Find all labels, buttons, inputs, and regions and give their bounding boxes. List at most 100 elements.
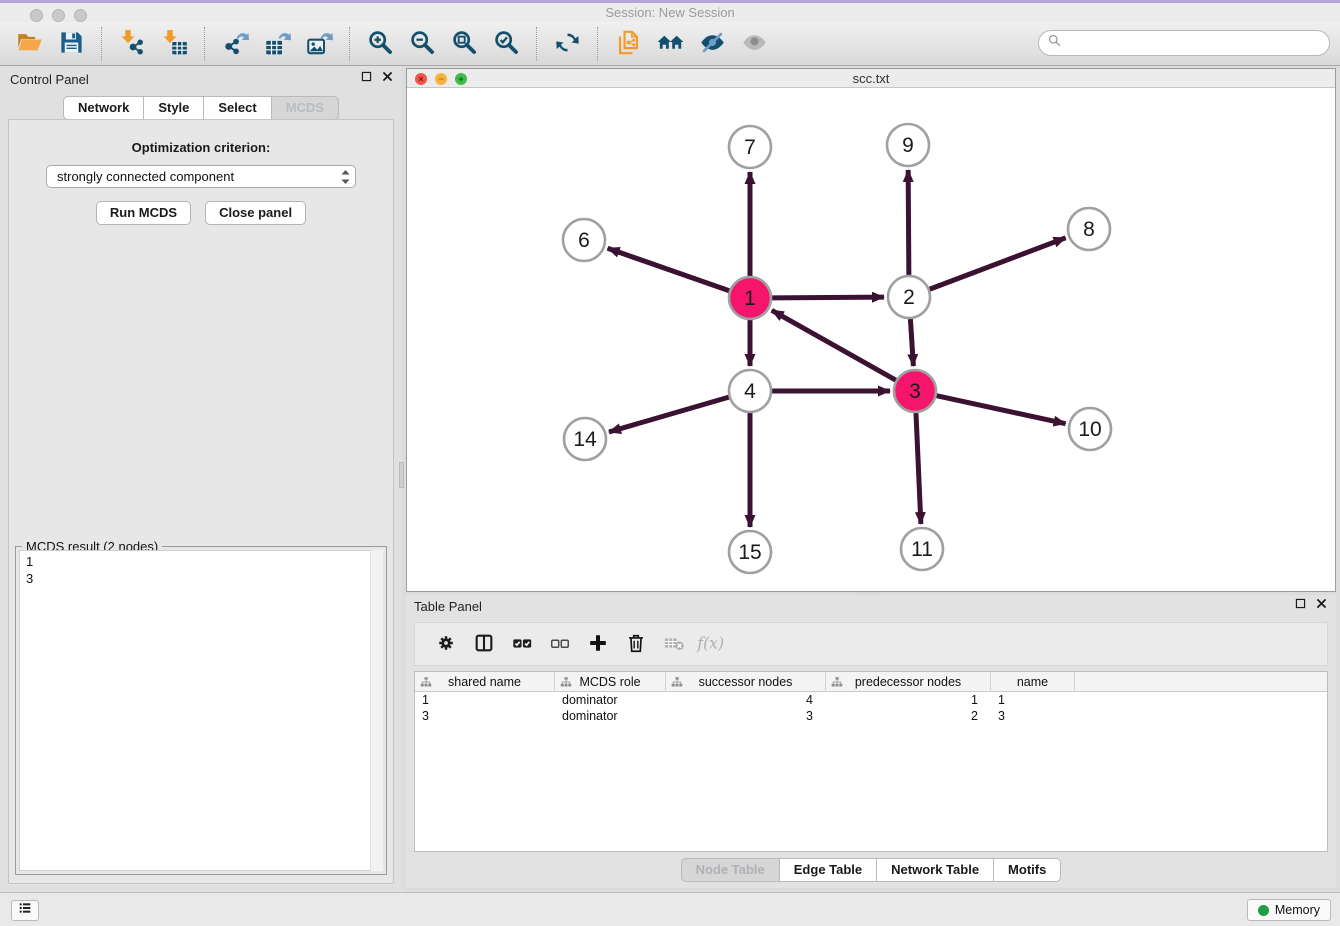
table-tab-network-table[interactable]: Network Table (877, 858, 994, 882)
export-table-button[interactable] (256, 25, 298, 63)
table-panel-close-icon[interactable] (1315, 597, 1328, 610)
open-session-button[interactable] (8, 25, 50, 63)
home-view-icon (657, 29, 684, 59)
graph-node-10[interactable]: 10 (1069, 408, 1111, 450)
graph-node-11[interactable]: 11 (901, 528, 943, 570)
dropdown-stepper-icon (340, 168, 351, 186)
import-table-button[interactable] (153, 25, 195, 63)
graph-edge-2-9[interactable] (908, 170, 909, 275)
graph-edge-3-10[interactable] (936, 396, 1065, 424)
table-cell[interactable]: 1 (826, 692, 991, 708)
table-cell[interactable]: 2 (826, 708, 991, 724)
column-header-name[interactable]: name (991, 672, 1075, 692)
save-session-button[interactable] (50, 25, 92, 63)
control-tab-mcds[interactable]: MCDS (272, 96, 339, 120)
memory-button[interactable]: Memory (1247, 899, 1331, 921)
control-panel-close-icon[interactable] (381, 70, 394, 83)
network-window-title: scc.txt (407, 71, 1335, 86)
search-icon (1047, 33, 1062, 53)
graph-edge-3-11[interactable] (916, 413, 921, 524)
zoom-fit-button[interactable] (443, 25, 485, 63)
network-view-window: × − + scc.txt 1234678910111415 (406, 68, 1336, 592)
table-cell[interactable]: 3 (666, 708, 826, 724)
graph-node-6[interactable]: 6 (563, 219, 605, 261)
delete-column-trash-button[interactable] (617, 626, 655, 662)
graph-node-15[interactable]: 15 (729, 531, 771, 573)
graph-edge-4-14[interactable] (609, 397, 729, 432)
split-panel-columns-button[interactable] (465, 626, 503, 662)
close-panel-button[interactable]: Close panel (205, 201, 306, 225)
column-header-shared-name[interactable]: shared name (415, 672, 555, 692)
graph-node-label: 1 (744, 287, 756, 310)
graph-node-2[interactable]: 2 (888, 276, 930, 318)
criterion-dropdown[interactable]: strongly connected component (46, 165, 356, 188)
table-tab-edge-table[interactable]: Edge Table (780, 858, 877, 882)
zoom-selected-button[interactable] (485, 25, 527, 63)
column-header-successor-nodes[interactable]: successor nodes (666, 672, 826, 692)
toolbar-separator (536, 27, 537, 61)
table-cell[interactable]: 3 (991, 708, 1075, 724)
export-network-button[interactable] (214, 25, 256, 63)
zoom-selected-icon (493, 29, 520, 59)
mcds-result-list[interactable]: 1 3 (19, 550, 383, 871)
home-view-button[interactable] (649, 25, 691, 63)
vertical-splitter-grip[interactable] (399, 462, 404, 488)
graph-node-7[interactable]: 7 (729, 126, 771, 168)
table-panel-float-icon[interactable] (1294, 597, 1307, 610)
zoom-out-button[interactable] (401, 25, 443, 63)
table-cell[interactable]: dominator (555, 692, 666, 708)
export-image-button[interactable] (298, 25, 340, 63)
import-table-icon (161, 29, 188, 59)
graph-node-14[interactable]: 14 (564, 418, 606, 460)
graph-node-label: 2 (903, 286, 915, 309)
table-settings-gear-button[interactable] (427, 626, 465, 662)
control-tab-select[interactable]: Select (204, 96, 271, 120)
graph-node-8[interactable]: 8 (1068, 208, 1110, 250)
add-column-plus-button[interactable] (579, 626, 617, 662)
table-tab-motifs[interactable]: Motifs (994, 858, 1061, 882)
table-cell[interactable]: 1 (991, 692, 1075, 708)
select-all-checkboxes-icon (511, 632, 533, 657)
graph-node-3[interactable]: 3 (894, 370, 936, 412)
delete-table-button (655, 626, 693, 662)
column-header-predecessor-nodes[interactable]: predecessor nodes (826, 672, 991, 692)
search-input[interactable] (1062, 36, 1329, 51)
refresh-view-button[interactable] (546, 25, 588, 63)
graph-node-label: 9 (902, 134, 914, 157)
graph-node-9[interactable]: 9 (887, 124, 929, 166)
table-cell[interactable]: 4 (666, 692, 826, 708)
column-header-label: successor nodes (699, 675, 793, 689)
control-panel-float-icon[interactable] (360, 70, 373, 83)
graph-edge-1-6[interactable] (608, 248, 730, 290)
show-graphics-details-button[interactable] (733, 25, 775, 63)
hide-graphics-details-button[interactable] (691, 25, 733, 63)
control-tab-style[interactable]: Style (144, 96, 204, 120)
table-tab-node-table[interactable]: Node Table (681, 858, 780, 882)
graph-node-label: 10 (1078, 418, 1101, 441)
graph-node-1[interactable]: 1 (729, 277, 771, 319)
run-mcds-button[interactable]: Run MCDS (96, 201, 191, 225)
search-field[interactable] (1038, 30, 1330, 56)
graph-edge-3-1[interactable] (772, 310, 896, 380)
table-row[interactable]: 1dominator411 (415, 692, 1327, 708)
graph-edge-2-3[interactable] (910, 319, 913, 366)
control-tab-network[interactable]: Network (63, 96, 144, 120)
deselect-all-checkboxes-button[interactable] (541, 626, 579, 662)
clone-network-button[interactable] (607, 25, 649, 63)
graph-node-4[interactable]: 4 (729, 370, 771, 412)
graph-edge-1-2[interactable] (772, 297, 884, 298)
graph-edge-2-8[interactable] (930, 238, 1066, 289)
save-session-icon (58, 29, 85, 59)
zoom-in-button[interactable] (359, 25, 401, 63)
table-cell[interactable]: 3 (415, 708, 555, 724)
import-network-button[interactable] (111, 25, 153, 63)
task-history-button[interactable] (11, 900, 39, 921)
clone-network-icon (615, 29, 642, 59)
mcds-result-scrollbar[interactable] (370, 550, 383, 871)
table-cell[interactable]: dominator (555, 708, 666, 724)
table-row[interactable]: 3dominator323 (415, 708, 1327, 724)
column-header-MCDS-role[interactable]: MCDS role (555, 672, 666, 692)
select-all-checkboxes-button[interactable] (503, 626, 541, 662)
network-graph-canvas[interactable]: 1 2 3 4 6 7 8 9 10 11 14 15 (407, 88, 1335, 591)
table-cell[interactable]: 1 (415, 692, 555, 708)
